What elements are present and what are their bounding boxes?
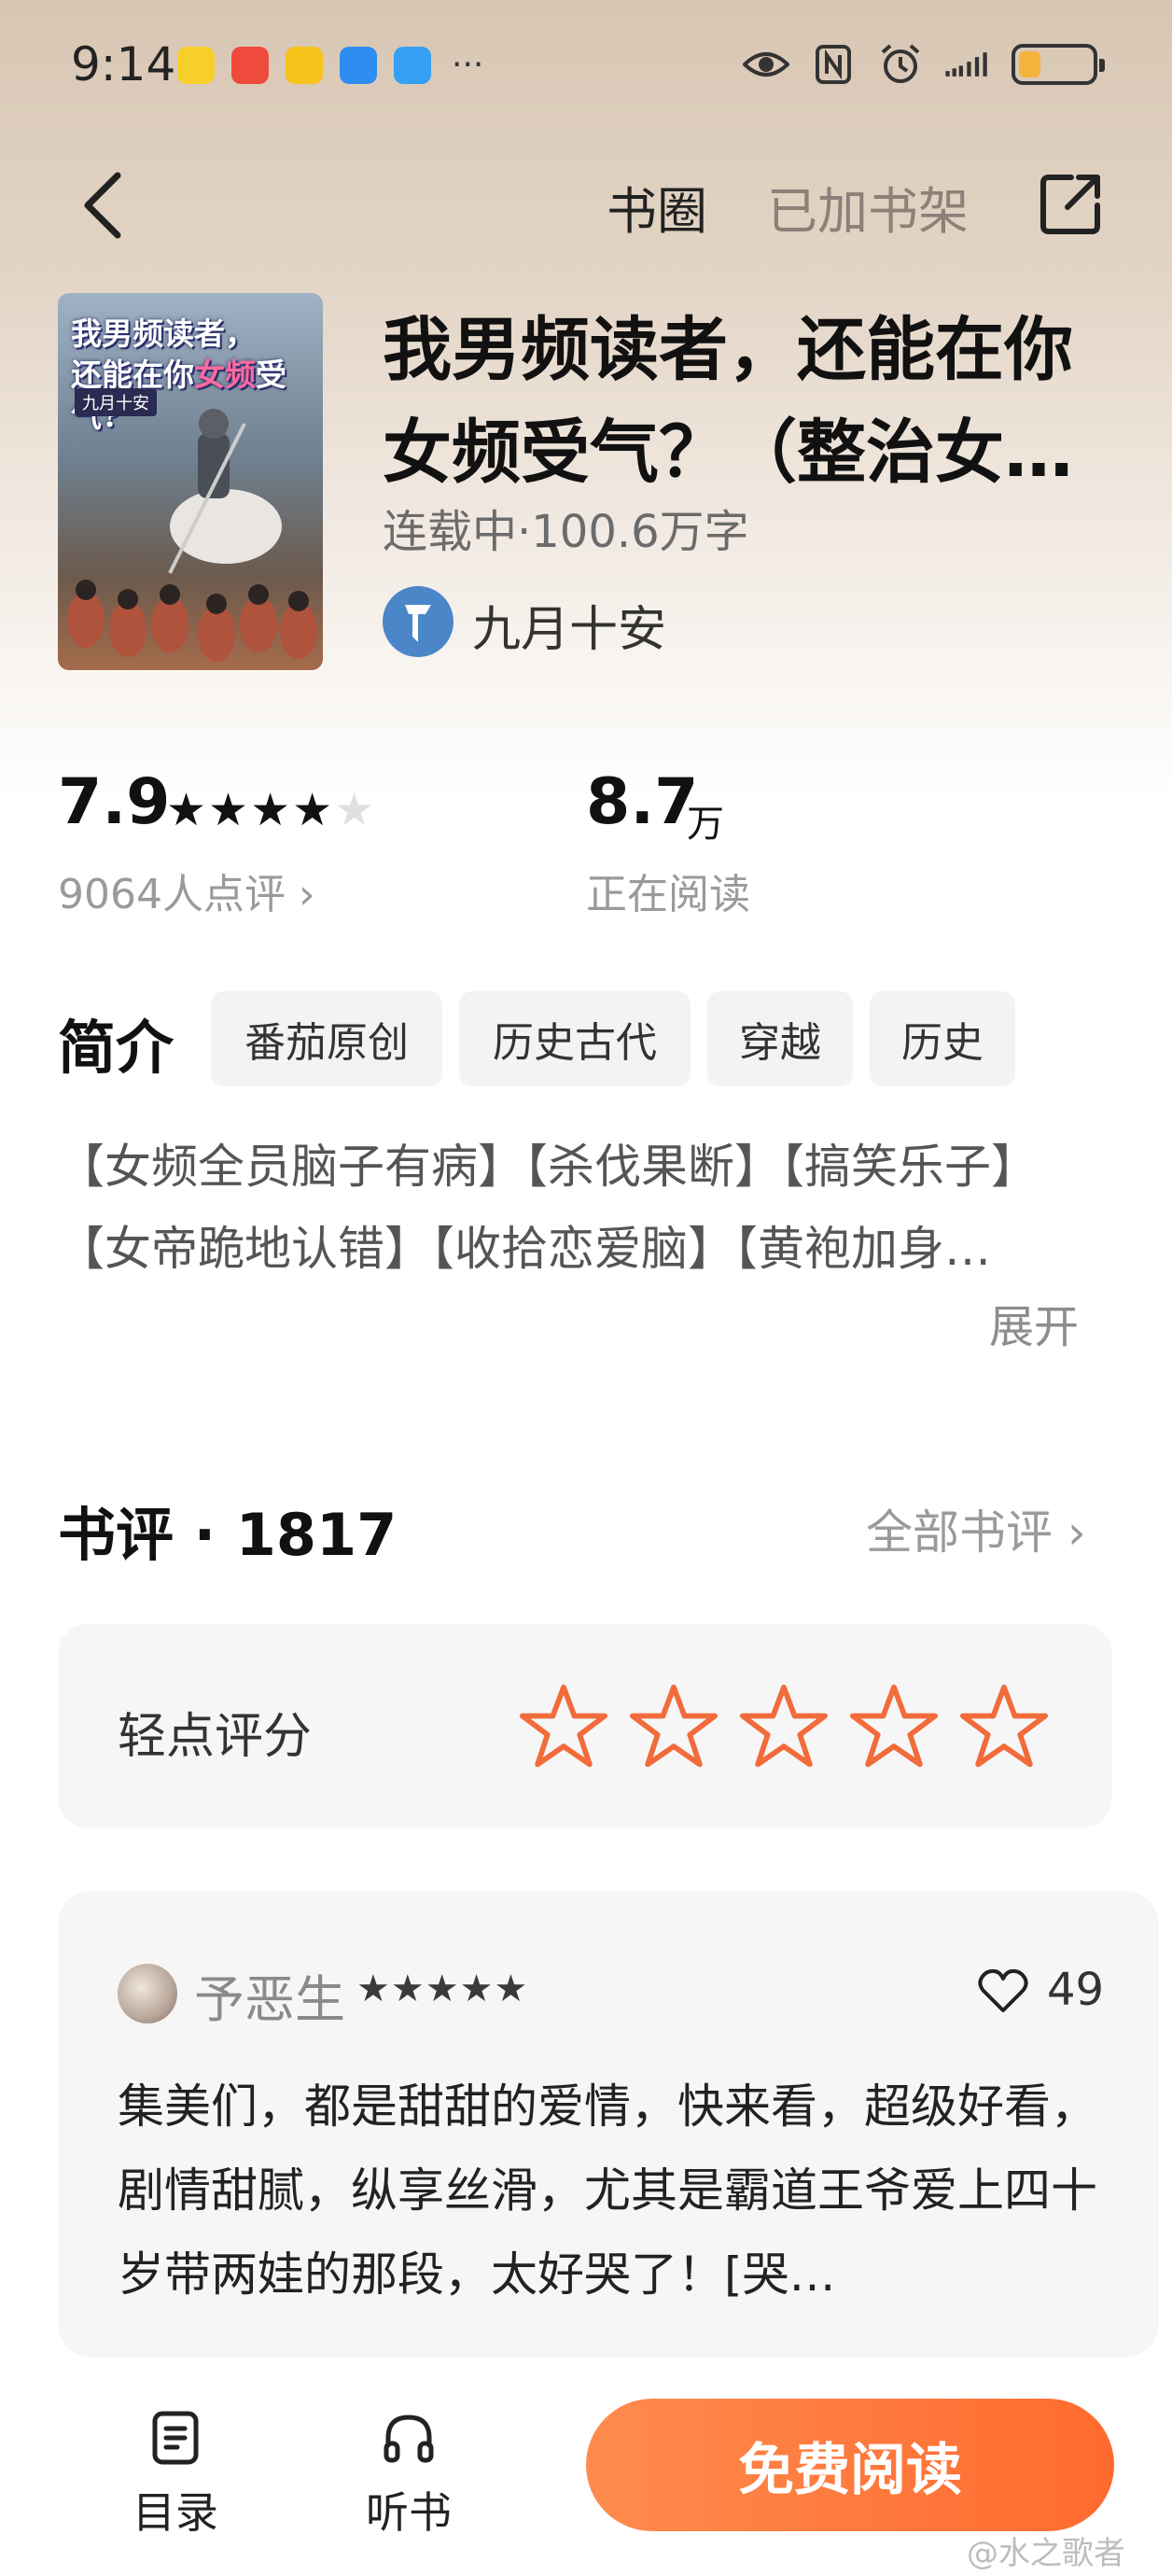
watermark: @水之歌者 — [967, 2535, 1125, 2572]
status-time: 9:14 — [71, 37, 176, 91]
chevron-left-icon — [84, 172, 121, 239]
free-read-button[interactable]: 免费阅读 — [586, 2399, 1114, 2531]
system-icons — [743, 41, 1105, 88]
signal-icon — [944, 41, 991, 88]
reviews-heading: 书评 · 1817 — [58, 1501, 398, 1569]
reviewer-name[interactable]: 予恶生 — [194, 1958, 345, 2032]
nfc-icon — [810, 41, 857, 88]
back-button[interactable] — [77, 168, 133, 243]
app-notification-icon — [286, 47, 323, 84]
reading-unit: 万 — [687, 803, 724, 846]
more-notifications-icon: ··· — [452, 46, 484, 84]
table-of-contents-button[interactable]: 目录 — [110, 2408, 241, 2541]
rate-star-1-icon[interactable] — [519, 1682, 608, 1771]
status-bar: 9:14 ··· — [0, 0, 1172, 131]
book-meta: 连载中·100.6万字 — [383, 506, 749, 558]
author-avatar[interactable] — [383, 586, 453, 657]
review-card[interactable]: 予恶生 ★★★★★ 49 集美们，都是甜甜的爱情，快来看，超级好看，剧情甜腻，纵… — [58, 1891, 1159, 2358]
battery-icon — [1012, 44, 1105, 85]
app-notification-icon — [340, 47, 377, 84]
contents-icon — [152, 2411, 199, 2465]
app-notification-icon — [231, 47, 269, 84]
rate-star-2-icon[interactable] — [629, 1682, 719, 1771]
book-circle-link[interactable]: 书圈 — [607, 170, 707, 244]
tag-history[interactable]: 历史 — [870, 991, 1015, 1086]
author-avatar-icon — [405, 605, 431, 642]
intro-heading: 简介 — [58, 1014, 174, 1082]
app-notification-icon — [177, 47, 215, 84]
book-title: 我男频读者，还能在你女频受气？（整治女… — [383, 310, 1073, 493]
tap-to-rate-label: 轻点评分 — [118, 1709, 313, 1765]
eye-icon — [743, 41, 789, 88]
rating-value: 7.9 — [58, 765, 171, 839]
all-reviews-link[interactable]: 全部书评 › — [866, 1495, 1086, 1562]
like-count: 49 — [1047, 1964, 1105, 2016]
heart-icon[interactable] — [978, 1967, 1028, 2014]
rating-count-link[interactable]: 9064人点评 › — [58, 861, 315, 920]
cover-illustration — [67, 409, 317, 662]
rate-star-4-icon[interactable] — [849, 1682, 939, 1771]
headphones-icon — [384, 2415, 434, 2463]
review-text: 集美们，都是甜甜的爱情，快来看，超级好看，剧情甜腻，纵享丝滑，尤其是霸道王爷爱上… — [118, 2079, 1097, 2302]
listen-button[interactable]: 听书 — [343, 2408, 474, 2541]
tag-time-travel[interactable]: 穿越 — [707, 991, 853, 1086]
review-stars: ★★★★★ — [356, 1967, 529, 2010]
tap-to-rate-card: 轻点评分 — [58, 1624, 1112, 1827]
expand-intro-button[interactable]: 展开 — [989, 1290, 1079, 1355]
author-name[interactable]: 九月十安 — [472, 590, 666, 660]
alarm-icon — [877, 41, 924, 88]
share-icon — [1040, 175, 1100, 234]
notification-icons: ··· — [177, 47, 483, 84]
rate-star-5-icon[interactable] — [959, 1682, 1049, 1771]
book-cover[interactable]: 我男频读者， 还能在你女频受气? 九月十安 — [58, 293, 323, 670]
reading-count: 8.7 — [586, 765, 699, 839]
intro-text: 【女频全员脑子有病】【杀伐果断】【搞笑乐子】【女帝跪地认错】【收拾恋爱脑】【黄袍… — [58, 1140, 1038, 1276]
app-notification-icon — [394, 47, 431, 84]
rating-stars: ★★★★★ — [166, 784, 377, 836]
rate-star-3-icon[interactable] — [739, 1682, 829, 1771]
reviewer-avatar[interactable] — [118, 1964, 177, 2023]
share-button[interactable] — [1036, 168, 1107, 239]
tag-historical-ancient[interactable]: 历史古代 — [459, 991, 691, 1086]
tag-fanqie-original[interactable]: 番茄原创 — [211, 991, 442, 1086]
reading-label: 正在阅读 — [586, 871, 750, 918]
added-to-shelf-button[interactable]: 已加书架 — [767, 170, 969, 244]
